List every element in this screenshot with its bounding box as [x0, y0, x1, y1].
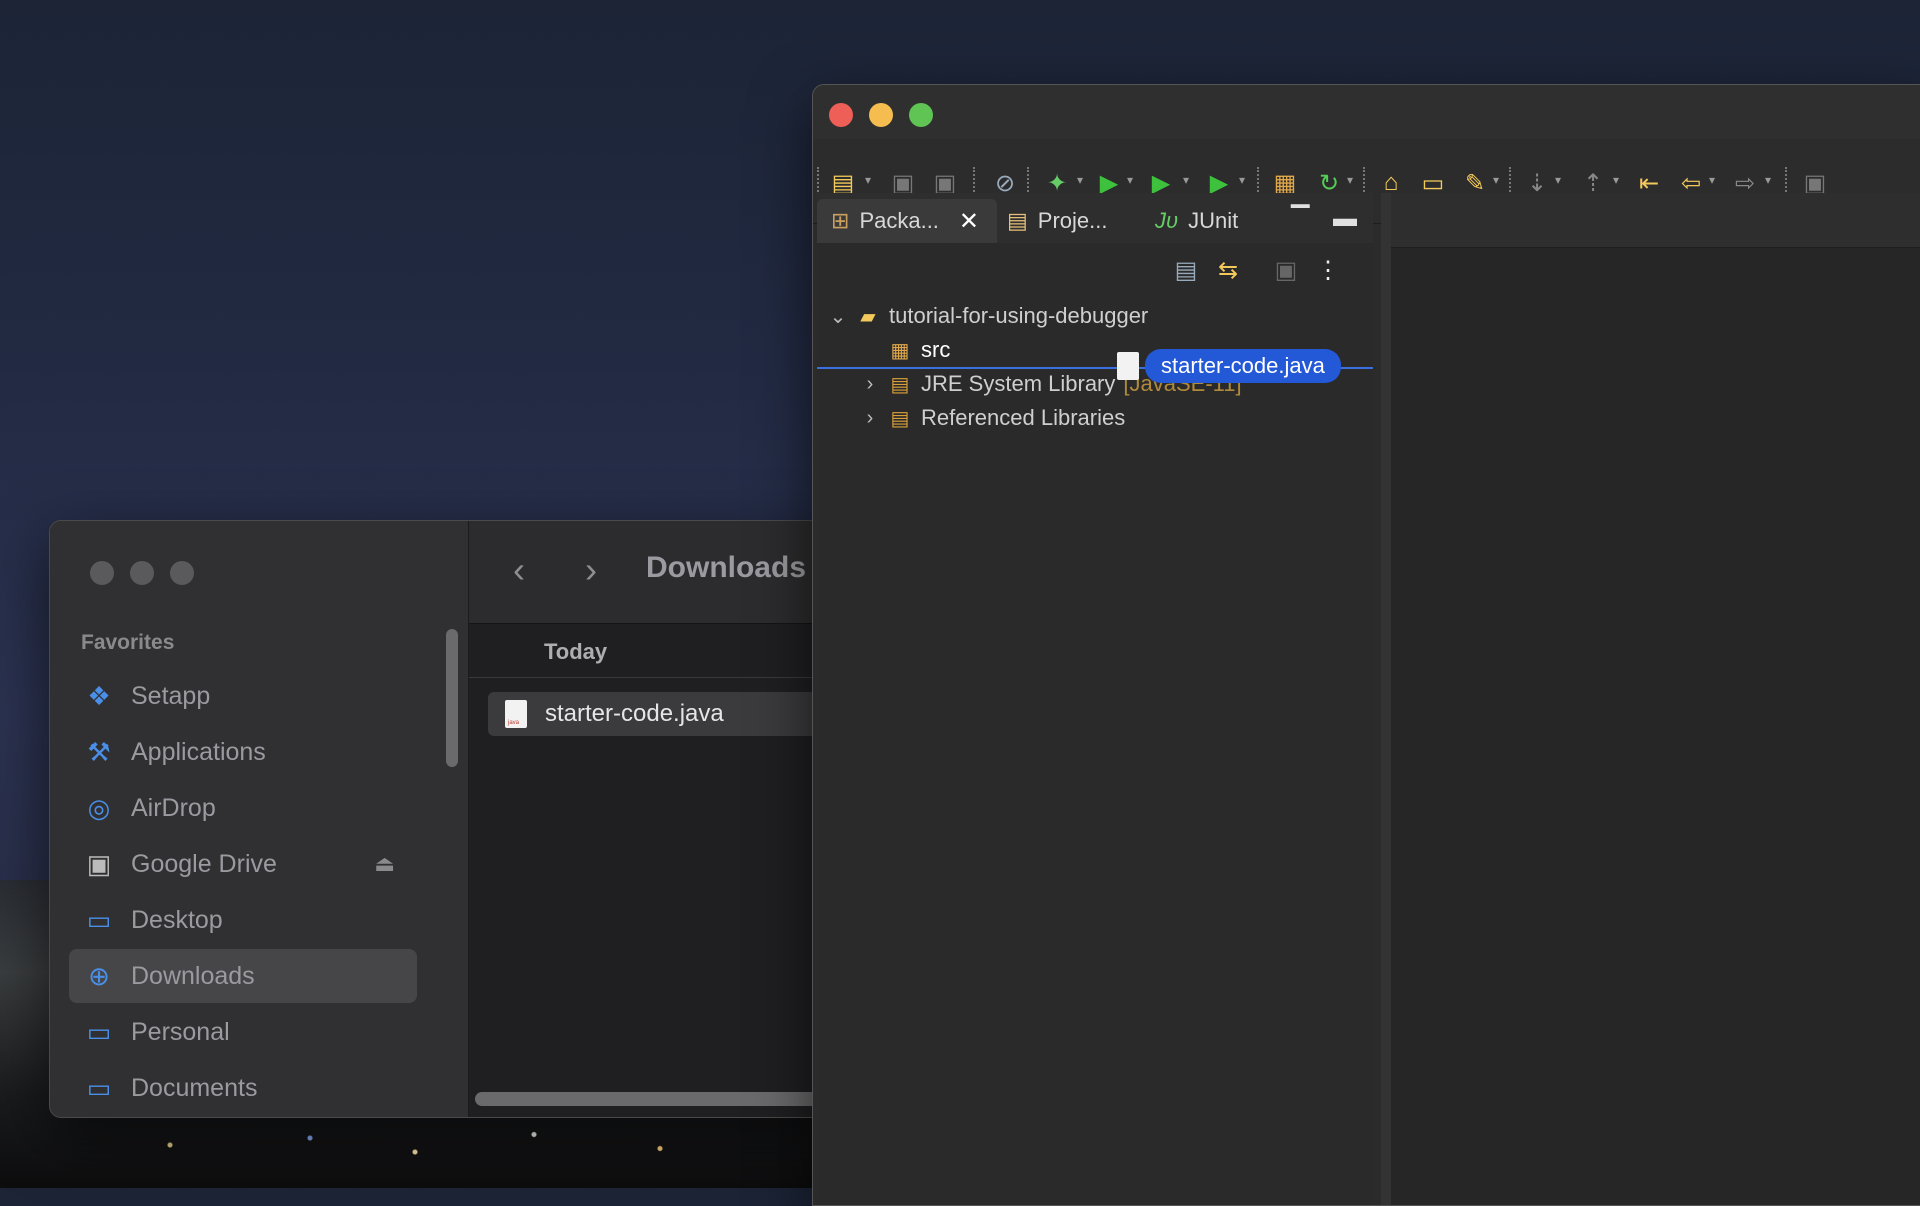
- source-folder-icon: ▦: [890, 339, 910, 362]
- project-explorer-icon: ▤: [1007, 208, 1028, 233]
- tree-item-project[interactable]: ⌄ ▰ tutorial-for-using-debugger: [817, 299, 1373, 333]
- java-file-icon: [505, 700, 527, 728]
- group-header: Today: [469, 625, 850, 678]
- sidebar-item-personal[interactable]: ▭ Personal: [69, 1005, 417, 1059]
- applications-icon: ⚒: [87, 736, 111, 767]
- chevron-down-icon[interactable]: ▾: [1765, 173, 1771, 187]
- chevron-down-icon[interactable]: ▾: [865, 173, 871, 187]
- minimize-button[interactable]: [130, 561, 154, 585]
- close-button[interactable]: [829, 103, 853, 127]
- view-menu-icon[interactable]: ⋮: [1313, 255, 1343, 285]
- chevron-down-icon[interactable]: ▾: [1347, 173, 1353, 187]
- chevron-down-icon[interactable]: ⌄: [823, 304, 853, 329]
- sidebar-item-label: Downloads: [131, 961, 255, 990]
- downloads-icon: ⊕: [88, 960, 110, 991]
- chevron-down-icon[interactable]: ▾: [1239, 173, 1245, 187]
- drive-icon: ▣: [86, 848, 112, 879]
- tab-label: JUnit: [1188, 208, 1239, 233]
- window-titlebar: [813, 85, 1920, 139]
- minimize-button[interactable]: [869, 103, 893, 127]
- collapse-all-icon[interactable]: ▤: [1171, 255, 1201, 285]
- setapp-icon: ❖: [87, 680, 111, 711]
- chevron-right-icon[interactable]: ›: [855, 373, 885, 396]
- sidebar-item-label: Google Drive: [131, 849, 277, 878]
- library-icon: ▤: [890, 373, 910, 396]
- close-icon[interactable]: ✕: [959, 207, 979, 236]
- horizontal-scrollbar[interactable]: [475, 1092, 850, 1106]
- tree-item-label: JRE System Library: [921, 371, 1116, 396]
- chevron-down-icon[interactable]: ▾: [1709, 173, 1715, 187]
- java-file-icon: [1117, 352, 1139, 380]
- filter-icon[interactable]: ▣: [1271, 255, 1301, 285]
- chevron-down-icon[interactable]: ▾: [1555, 173, 1561, 187]
- sidebar-item-label: Setapp: [131, 681, 211, 710]
- chevron-down-icon[interactable]: ▾: [1613, 173, 1619, 187]
- drag-preview: starter-code.java: [1117, 349, 1341, 383]
- tab-label: Packa...: [859, 208, 939, 233]
- view-tabbar: ⊞ Packa... ✕ ▤ Proje... Jυ JUnit ▔ ▬: [817, 193, 1373, 243]
- tab-package-explorer[interactable]: ⊞ Packa... ✕: [817, 199, 997, 243]
- sidebar-item-downloads[interactable]: ⊕ Downloads: [69, 949, 417, 1003]
- zoom-button[interactable]: [909, 103, 933, 127]
- airdrop-icon: ◎: [87, 792, 111, 823]
- zoom-button[interactable]: [170, 561, 194, 585]
- chevron-down-icon[interactable]: ▾: [1127, 173, 1133, 187]
- eclipse-window: ▤ ▾ ▣ ▣ ⊘ ✦ ▾ ▶ ▾ ▶ ▾ ▶ ▾ ▦ ↻ ▾ ⌂ ▭ ✎ ▾ …: [812, 84, 1920, 1206]
- folder-icon: ▭: [86, 1072, 112, 1103]
- favorites-heading: Favorites: [81, 631, 175, 654]
- package-explorer-view: ⊞ Packa... ✕ ▤ Proje... Jυ JUnit ▔ ▬ ▤ ⇆…: [817, 193, 1373, 1205]
- chevron-down-icon[interactable]: ▾: [1493, 173, 1499, 187]
- drag-label: starter-code.java: [1145, 349, 1341, 383]
- tab-label: Proje...: [1037, 208, 1108, 233]
- sidebar-item-google-drive[interactable]: ▣ Google Drive ⏏: [69, 837, 417, 891]
- folder-title: Downloads: [646, 551, 807, 584]
- tree-item-label: src: [921, 337, 951, 362]
- package-explorer-icon: ⊞: [831, 208, 850, 233]
- sidebar-item-applications[interactable]: ⚒ Applications: [69, 725, 417, 779]
- view-toolbar: ▤ ⇆ ▣ ⋮: [817, 245, 1373, 295]
- desktop-icon: ▭: [86, 904, 112, 935]
- tab-junit[interactable]: Jυ JUnit: [1155, 199, 1265, 243]
- sidebar-item-label: Desktop: [131, 905, 223, 934]
- editor-tabbar: [1391, 193, 1920, 248]
- group-label: Today: [544, 639, 608, 664]
- link-with-editor-icon[interactable]: ⇆: [1213, 255, 1243, 285]
- chevron-right-icon[interactable]: ›: [855, 407, 885, 430]
- file-name: starter-code.java: [545, 700, 724, 727]
- close-button[interactable]: [90, 561, 114, 585]
- sidebar-item-label: Documents: [131, 1073, 258, 1102]
- sidebar-item-label: Applications: [131, 737, 266, 766]
- back-icon[interactable]: ‹: [513, 549, 525, 591]
- sidebar-item-airdrop[interactable]: ◎ AirDrop: [69, 781, 417, 835]
- eject-icon[interactable]: ⏏: [374, 851, 395, 877]
- chevron-down-icon[interactable]: ▾: [1077, 173, 1083, 187]
- finder-window: Favorites ❖ Setapp ⚒ Applications ◎ AirD…: [49, 520, 851, 1118]
- sidebar-scrollbar[interactable]: [446, 629, 458, 767]
- java-project-icon: ▰: [860, 305, 876, 328]
- file-row[interactable]: starter-code.java: [488, 692, 850, 736]
- tree-item-label: tutorial-for-using-debugger: [889, 303, 1149, 328]
- tree-item-referenced-libraries[interactable]: › ▤ Referenced Libraries: [817, 401, 1373, 435]
- finder-toolbar: ‹ › Downloads: [469, 521, 850, 624]
- sidebar-item-desktop[interactable]: ▭ Desktop: [69, 893, 417, 947]
- sidebar-item-label: Personal: [131, 1017, 230, 1046]
- sidebar-item-setapp[interactable]: ❖ Setapp: [69, 669, 417, 723]
- sidebar-item-label: AirDrop: [131, 793, 216, 822]
- finder-sidebar: Favorites ❖ Setapp ⚒ Applications ◎ AirD…: [50, 521, 469, 1117]
- tab-project-explorer[interactable]: ▤ Proje...: [1007, 199, 1127, 243]
- chevron-down-icon[interactable]: ▾: [1183, 173, 1189, 187]
- maximize-view-icon[interactable]: ▬: [1333, 205, 1357, 233]
- finder-content: ‹ › Downloads Today starter-code.java: [469, 521, 850, 1117]
- editor-area: [1381, 193, 1920, 1205]
- library-icon: ▤: [890, 407, 910, 430]
- folder-icon: ▭: [86, 1016, 112, 1047]
- forward-icon[interactable]: ›: [585, 549, 597, 591]
- junit-icon: Jυ: [1155, 208, 1179, 233]
- sidebar-item-documents[interactable]: ▭ Documents: [69, 1061, 417, 1115]
- minimize-view-icon[interactable]: ▔: [1291, 205, 1309, 234]
- tree-item-label: Referenced Libraries: [921, 405, 1126, 430]
